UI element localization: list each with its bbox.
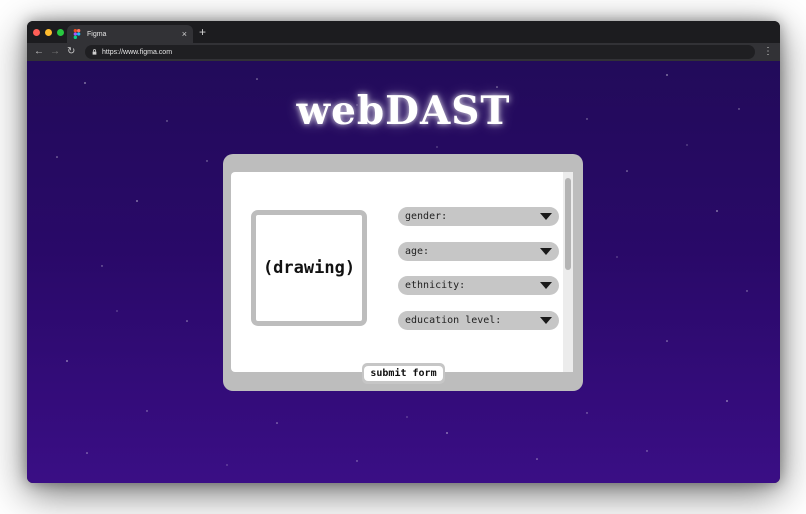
submit-form-button[interactable]: submit form: [362, 363, 445, 384]
reload-icon[interactable]: ↻: [67, 46, 75, 58]
forward-icon[interactable]: →: [50, 46, 60, 58]
window-controls: [33, 29, 64, 36]
tab-bar: Figma × +: [27, 21, 780, 43]
chevron-down-icon: [540, 282, 552, 289]
browser-toolbar: ← → ↻ https://www.figma.com ⋮: [27, 43, 780, 61]
close-window-button[interactable]: [33, 29, 40, 36]
browser-menu-icon[interactable]: ⋮: [763, 46, 773, 58]
age-select-label: age:: [405, 246, 430, 257]
lock-icon: [92, 49, 97, 55]
drawing-placeholder-label: (drawing): [262, 258, 356, 278]
age-select[interactable]: age:: [398, 242, 559, 261]
scrollbar-thumb[interactable]: [565, 178, 571, 270]
maximize-window-button[interactable]: [57, 29, 64, 36]
education-level-select-label: education level:: [405, 315, 502, 326]
form-scrollbar[interactable]: [563, 172, 573, 372]
page-title: webDAST: [296, 88, 511, 134]
browser-window: Figma × + ← → ↻ https://www.figma.com ⋮: [27, 21, 780, 483]
education-level-select[interactable]: education level:: [398, 311, 559, 330]
submit-form-label: submit form: [364, 366, 443, 381]
page-viewport: webDAST (drawing) gender: age: ethnicity…: [27, 61, 780, 483]
drawing-area[interactable]: (drawing): [251, 210, 367, 326]
form-content-area: (drawing) gender: age: ethnicity: educat…: [231, 172, 573, 372]
gender-select-label: gender:: [405, 211, 448, 222]
tab-title: Figma: [87, 30, 107, 38]
chevron-down-icon: [540, 317, 552, 324]
form-panel: (drawing) gender: age: ethnicity: educat…: [223, 154, 583, 391]
url-text: https://www.figma.com: [102, 48, 173, 56]
back-icon[interactable]: ←: [34, 46, 44, 58]
tab-close-icon[interactable]: ×: [182, 29, 187, 39]
address-bar[interactable]: https://www.figma.com: [85, 45, 755, 59]
tab-figma[interactable]: Figma ×: [67, 25, 193, 43]
new-tab-button[interactable]: +: [199, 25, 206, 39]
chevron-down-icon: [540, 213, 552, 220]
ethnicity-select[interactable]: ethnicity:: [398, 276, 559, 295]
minimize-window-button[interactable]: [45, 29, 52, 36]
gender-select[interactable]: gender:: [398, 207, 559, 226]
figma-logo-icon: [73, 29, 81, 39]
ethnicity-select-label: ethnicity:: [405, 280, 466, 291]
chevron-down-icon: [540, 248, 552, 255]
